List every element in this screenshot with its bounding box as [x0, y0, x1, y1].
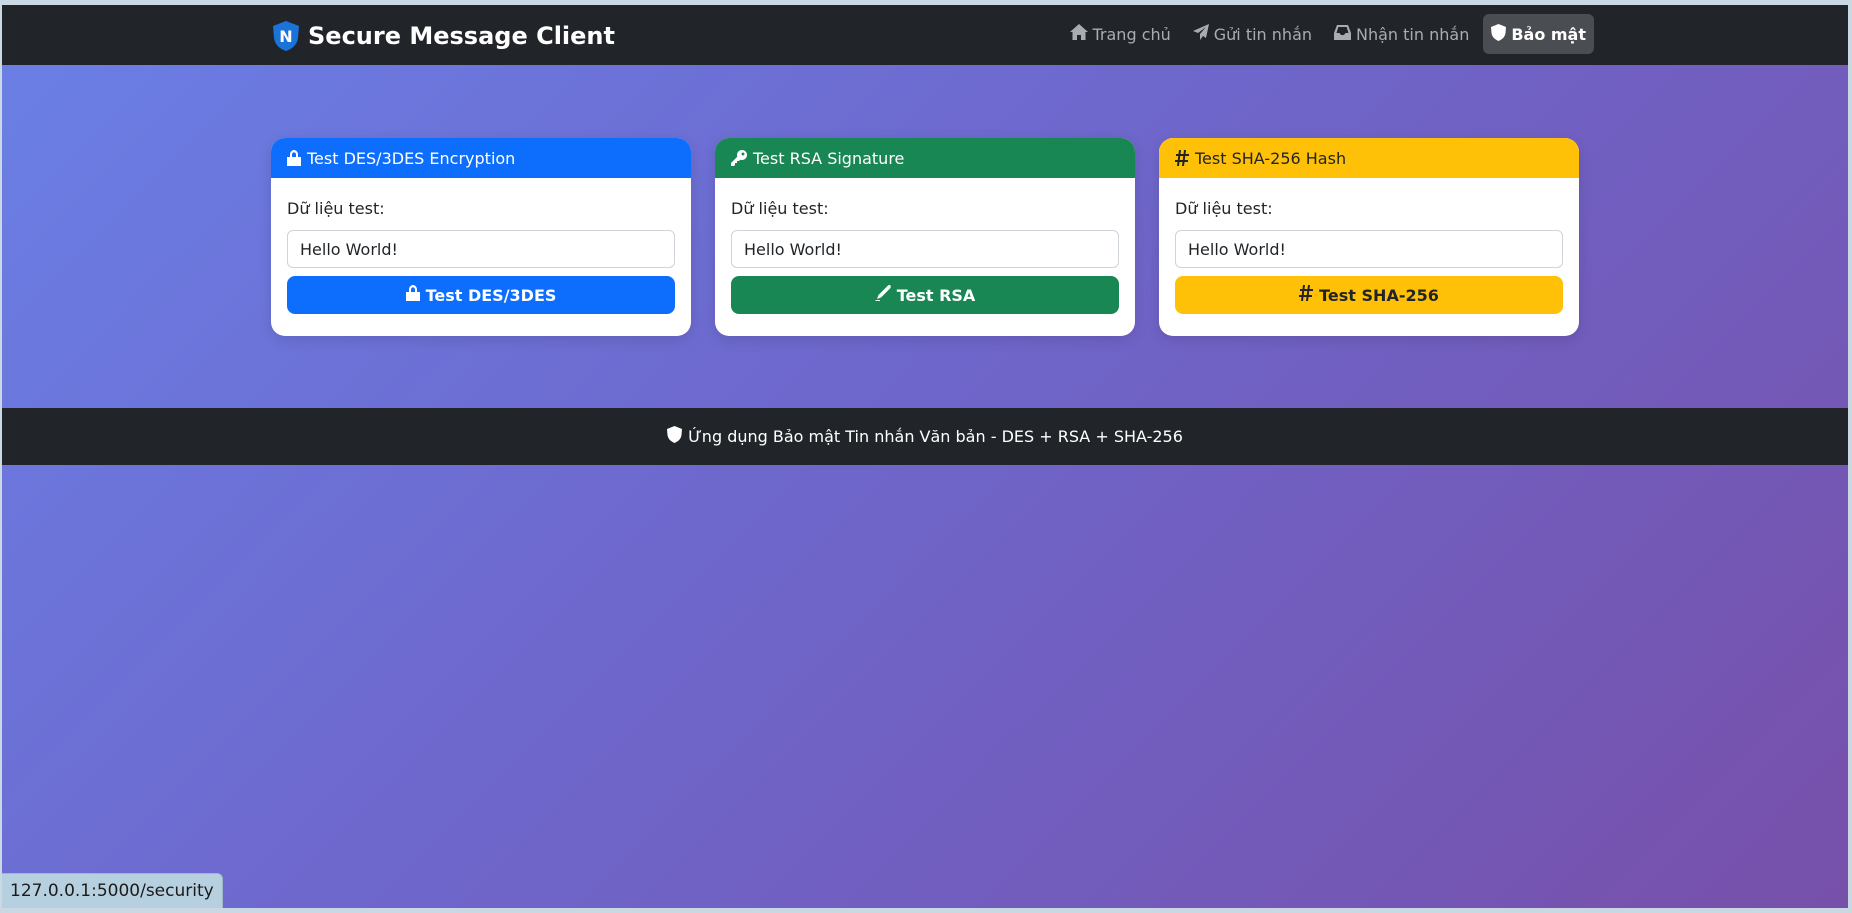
- brand-title: Secure Message Client: [308, 22, 615, 50]
- nav-send-message[interactable]: Gửi tin nhắn: [1185, 14, 1320, 54]
- footer-text: Ứng dụng Bảo mật Tin nhắn Văn bản - DES …: [688, 427, 1183, 446]
- test-sha-button[interactable]: Test SHA-256: [1175, 276, 1563, 314]
- home-icon: [1069, 24, 1088, 44]
- test-des-button-label: Test DES/3DES: [425, 285, 557, 305]
- nav-send-label: Gửi tin nhắn: [1213, 24, 1313, 44]
- test-rsa-button-label: Test RSA: [896, 285, 976, 305]
- des-test-input[interactable]: [287, 230, 675, 268]
- hashtag-icon: [1175, 150, 1189, 166]
- test-des-button[interactable]: Test DES/3DES: [287, 276, 675, 314]
- card-des-body: Dữ liệu test: Test DES/3DES: [271, 178, 691, 314]
- nav-security-label: Bảo mật: [1511, 24, 1586, 44]
- card-rsa-header: Test RSA Signature: [715, 138, 1135, 178]
- key-icon: [731, 150, 747, 166]
- test-sha-button-label: Test SHA-256: [1319, 285, 1439, 305]
- app-window: N Secure Message Client Trang chủ Gửi ti…: [2, 5, 1848, 908]
- card-des-header: Test DES/3DES Encryption: [271, 138, 691, 178]
- nav-security[interactable]: Bảo mật: [1483, 14, 1594, 54]
- shield-icon: [1491, 23, 1507, 45]
- svg-text:N: N: [279, 27, 292, 46]
- card-des-title: Test DES/3DES Encryption: [307, 148, 516, 168]
- lock-icon: [287, 150, 301, 166]
- navbar: N Secure Message Client Trang chủ Gửi ti…: [2, 5, 1848, 65]
- shield-icon: [667, 426, 683, 447]
- nav-receive-label: Nhận tin nhắn: [1356, 24, 1470, 44]
- nav-menu: Trang chủ Gửi tin nhắn Nhận tin nhắn Bảo…: [1062, 14, 1594, 54]
- card-des: Test DES/3DES Encryption Dữ liệu test: T…: [271, 138, 691, 336]
- card-rsa-body: Dữ liệu test: Test RSA: [715, 178, 1135, 314]
- card-sha: Test SHA-256 Hash Dữ liệu test: Test SHA…: [1159, 138, 1579, 336]
- card-sha-body: Dữ liệu test: Test SHA-256: [1159, 178, 1579, 314]
- lock-icon: [405, 285, 420, 305]
- nav-home[interactable]: Trang chủ: [1062, 14, 1179, 54]
- card-rsa-title: Test RSA Signature: [753, 148, 905, 168]
- signature-pen-icon: [874, 284, 891, 305]
- card-rsa: Test RSA Signature Dữ liệu test: Test RS…: [715, 138, 1135, 336]
- inbox-icon: [1334, 24, 1352, 44]
- paper-plane-icon: [1192, 24, 1209, 44]
- nav-home-label: Trang chủ: [1092, 24, 1171, 44]
- brand-link[interactable]: N Secure Message Client: [272, 19, 615, 53]
- card-rsa-field-label: Dữ liệu test:: [731, 199, 829, 218]
- card-sha-title: Test SHA-256 Hash: [1195, 148, 1347, 168]
- hashtag-icon: [1299, 285, 1314, 305]
- sha-test-input[interactable]: [1175, 230, 1563, 268]
- rsa-test-input[interactable]: [731, 230, 1119, 268]
- card-sha-field-label: Dữ liệu test:: [1175, 199, 1273, 218]
- status-bar-url: 127.0.0.1:5000/security: [2, 873, 223, 908]
- test-cards: Test DES/3DES Encryption Dữ liệu test: T…: [271, 138, 1579, 336]
- footer: Ứng dụng Bảo mật Tin nhắn Văn bản - DES …: [2, 408, 1848, 465]
- card-sha-header: Test SHA-256 Hash: [1159, 138, 1579, 178]
- shield-n-logo-icon: N: [272, 20, 300, 52]
- nav-receive-message[interactable]: Nhận tin nhắn: [1326, 14, 1477, 54]
- test-rsa-button[interactable]: Test RSA: [731, 276, 1119, 314]
- card-des-field-label: Dữ liệu test:: [287, 199, 385, 218]
